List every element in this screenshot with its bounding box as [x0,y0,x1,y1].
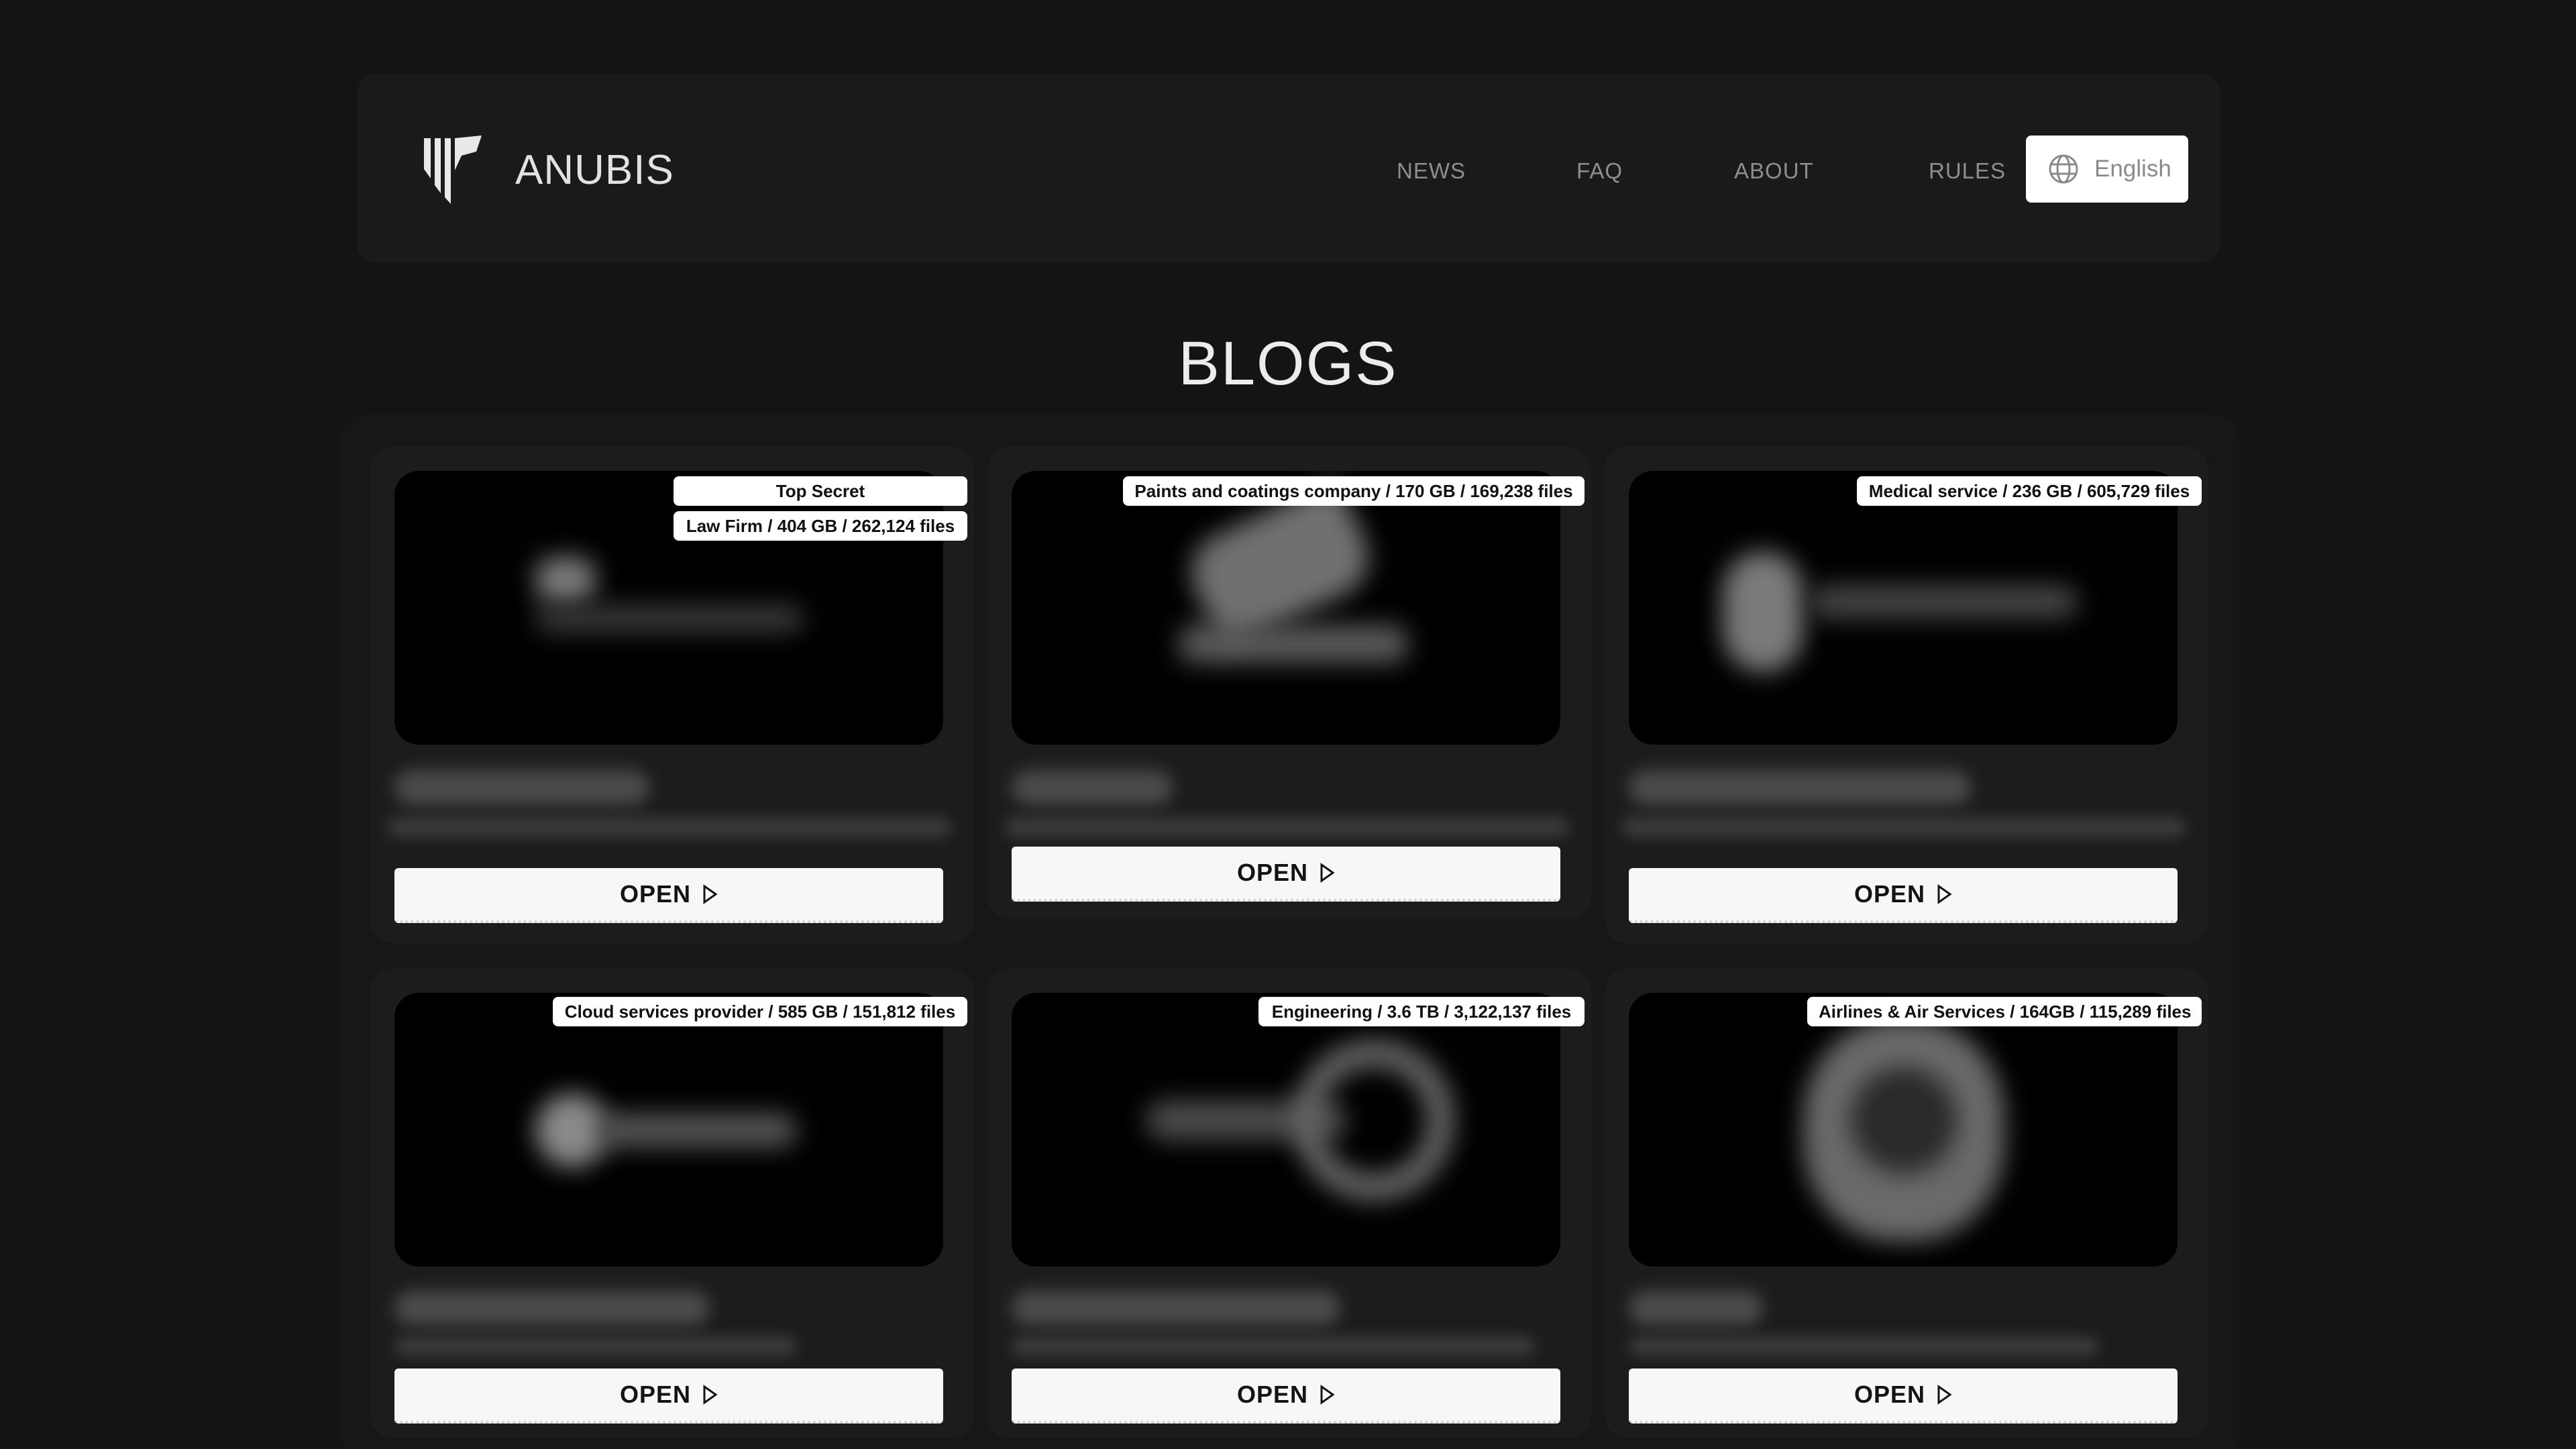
play-triangle-icon [1937,884,1952,904]
page-title: BLOGS [1178,329,1398,398]
site-header: ANUBIS NEWS FAQ ABOUT RULES English [357,74,2220,263]
blog-thumbnail [1629,471,2178,745]
open-label: OPEN [1236,1381,1309,1408]
blurred-description [1012,1336,1535,1356]
blog-card: Engineering / 3.6 TB / 3,122,137 files O… [987,969,1591,1438]
blog-tag: Medical service / 236 GB / 605,729 files [1857,476,2202,506]
blurred-company-name [1629,770,1971,805]
language-selector[interactable]: English [2026,136,2188,203]
blurred-description [394,1336,797,1356]
blog-card: Cloud services provider / 585 GB / 151,8… [370,969,974,1438]
blog-thumbnail [1012,471,1560,745]
play-triangle-icon [703,1385,718,1405]
blog-tag: Airlines & Air Services / 164GB / 115,28… [1807,997,2202,1026]
blog-tag: Law Firm / 404 GB / 262,124 files [674,511,967,541]
open-button[interactable]: OPEN [1629,1368,2178,1424]
page: ANUBIS NEWS FAQ ABOUT RULES English BLOG… [0,0,2576,1449]
blog-tag: Engineering / 3.6 TB / 3,122,137 files [1258,997,1585,1026]
open-label: OPEN [1854,1381,1926,1408]
blog-card: Top Secret Law Firm / 404 GB / 262,124 f… [370,447,974,943]
blurred-company-name [394,770,649,805]
globe-icon [2049,154,2078,184]
blurred-description [388,817,951,837]
blurred-company-name [1629,1291,1763,1326]
blog-card: Medical service / 236 GB / 605,729 files… [1605,447,2208,943]
play-triangle-icon [1320,1385,1335,1405]
blog-card: Airlines & Air Services / 164GB / 115,28… [1605,969,2208,1438]
open-button[interactable]: OPEN [1629,868,2178,923]
blurred-description [1622,817,2186,837]
play-triangle-icon [1320,863,1335,883]
blog-thumbnail [394,993,943,1267]
brand-name[interactable]: ANUBIS [515,142,674,199]
nav-news[interactable]: NEWS [1397,154,1466,188]
blog-tag: Cloud services provider / 585 GB / 151,8… [553,997,967,1026]
blurred-company-name [1012,770,1173,805]
open-button[interactable]: OPEN [1012,1368,1560,1424]
nav-rules[interactable]: RULES [1929,154,2006,188]
play-triangle-icon [703,884,718,904]
open-label: OPEN [1854,880,1926,908]
blurred-description [1005,817,1568,837]
open-label: OPEN [1236,859,1309,886]
nav-faq[interactable]: FAQ [1576,154,1623,188]
open-label: OPEN [619,1381,692,1408]
nav-about[interactable]: ABOUT [1734,154,1814,188]
blog-tag: Top Secret [674,476,967,506]
play-triangle-icon [1937,1385,1952,1405]
open-button[interactable]: OPEN [394,868,943,923]
blurred-description [1629,1336,2098,1356]
blurred-company-name [394,1291,710,1326]
language-label: English [2094,156,2171,182]
blog-thumbnail [1629,993,2178,1267]
blurred-company-name [1012,1291,1340,1326]
blog-tag: Paints and coatings company / 170 GB / 1… [1123,476,1585,506]
blog-thumbnail [1012,993,1560,1267]
open-label: OPEN [619,880,692,908]
blog-card: Paints and coatings company / 170 GB / 1… [987,447,1591,919]
anubis-logo-icon[interactable] [423,136,483,205]
open-button[interactable]: OPEN [394,1368,943,1424]
open-button[interactable]: OPEN [1012,847,1560,902]
